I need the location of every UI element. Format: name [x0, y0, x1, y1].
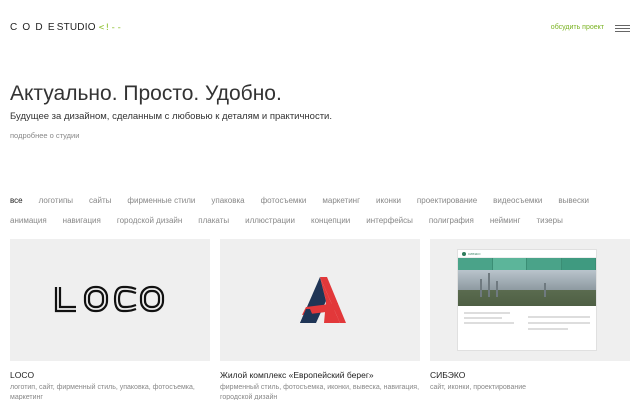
filter-row-2: анимация навигация городской дизайн плак… [10, 210, 630, 230]
filter-sites[interactable]: сайты [89, 196, 111, 205]
studio-logo[interactable]: CODESTUDIO <!-- [10, 22, 122, 33]
project-card-loco[interactable]: LOCO логотип, сайт, фирменный стиль, упа… [10, 239, 210, 400]
filter-posters[interactable]: плакаты [198, 216, 229, 225]
loco-logo-icon [54, 285, 165, 313]
project-title[interactable]: СИБЭКО [430, 370, 630, 380]
discuss-project-link[interactable]: обсудить проект [551, 24, 604, 31]
filter-marketing[interactable]: маркетинг [322, 196, 360, 205]
about-studio-link[interactable]: подробнее о студии [10, 131, 79, 140]
project-title[interactable]: LOCO [10, 370, 210, 380]
filter-photo[interactable]: фотосъемки [261, 196, 307, 205]
filter-urban-design[interactable]: городской дизайн [117, 216, 182, 225]
filter-all[interactable]: все [10, 196, 23, 205]
filter-architecture[interactable]: проектирование [417, 196, 477, 205]
logo-word-code: CODE [10, 22, 60, 33]
filter-navigation[interactable]: навигация [63, 216, 101, 225]
category-filters: все логотипы сайты фирменные стили упако… [10, 190, 630, 230]
site-header: CODESTUDIO <!-- обсудить проект [10, 18, 630, 38]
menu-burger-icon[interactable] [615, 25, 630, 33]
filter-signage[interactable]: вывески [558, 196, 589, 205]
project-tags: сайт, иконки, проектирование [430, 384, 527, 391]
hero-title: Актуально. Просто. Удобно. [10, 82, 282, 105]
filter-interfaces[interactable]: интерфейсы [366, 216, 413, 225]
project-thumb-european-bank[interactable] [220, 239, 420, 361]
project-tags: фирменный стиль, фотосъемка, иконки, выв… [220, 384, 420, 400]
filter-row-1: все логотипы сайты фирменные стили упако… [10, 190, 630, 210]
project-tags: логотип, сайт, фирменный стиль, упаковка… [10, 384, 195, 400]
filter-animation[interactable]: анимация [10, 216, 47, 225]
european-bank-logo-icon [300, 277, 346, 323]
project-card-sibeco[interactable]: СИБЭКО СИБЭКО сайт, иконки, проектирован… [430, 239, 630, 393]
logo-word-studio: STUDIO [56, 22, 96, 33]
filter-logos[interactable]: логотипы [39, 196, 73, 205]
filter-naming[interactable]: нейминг [490, 216, 521, 225]
project-thumb-loco[interactable] [10, 239, 210, 361]
logo-code-tag: <!-- [98, 23, 123, 33]
filter-icons[interactable]: иконки [376, 196, 401, 205]
project-thumb-sibeco[interactable]: СИБЭКО [430, 239, 630, 361]
sibeco-site-preview: СИБЭКО [457, 249, 597, 351]
filter-video[interactable]: видеосъемки [493, 196, 542, 205]
project-card-european-bank[interactable]: Жилой комплекс «Европейский берег» фирме… [220, 239, 420, 400]
hero-subtitle: Будущее за дизайном, сделанным с любовью… [10, 111, 333, 122]
filter-concepts[interactable]: концепции [311, 216, 350, 225]
filter-illustrations[interactable]: иллюстрации [245, 216, 295, 225]
filter-brand-identity[interactable]: фирменные стили [127, 196, 195, 205]
filter-teasers[interactable]: тизеры [536, 216, 562, 225]
filter-packaging[interactable]: упаковка [211, 196, 244, 205]
project-title[interactable]: Жилой комплекс «Европейский берег» [220, 370, 420, 380]
filter-print[interactable]: полиграфия [429, 216, 474, 225]
